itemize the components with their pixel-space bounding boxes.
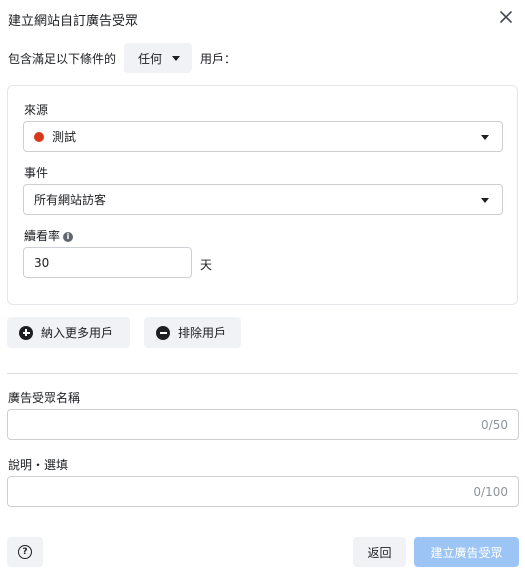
chevron-down-icon: [481, 135, 489, 140]
close-icon[interactable]: [499, 10, 513, 24]
create-audience-button[interactable]: 建立廣告受眾: [414, 537, 519, 567]
condition-row: 包含滿足以下條件的 任何 用戶：: [8, 43, 236, 73]
info-icon[interactable]: i: [63, 231, 74, 242]
chevron-down-icon: [481, 198, 489, 203]
condition-prefix: 包含滿足以下條件的: [8, 51, 117, 66]
audience-name-counter: 0/50: [481, 418, 508, 432]
event-label: 事件: [24, 166, 49, 180]
match-type-value: 任何: [138, 51, 163, 66]
retention-label-row: 續看率 i: [24, 227, 74, 244]
retention-days-input[interactable]: 30: [23, 247, 192, 278]
event-value: 所有網站訪客: [34, 193, 107, 207]
source-select[interactable]: 測試: [23, 121, 503, 152]
description-label: 說明・選填: [8, 458, 69, 472]
match-type-dropdown[interactable]: 任何: [124, 43, 193, 73]
retention-unit: 天: [200, 258, 213, 272]
source-label: 來源: [24, 103, 49, 117]
exclude-button[interactable]: 排除用戶: [144, 317, 241, 348]
include-more-label: 納入更多用戶: [41, 326, 114, 340]
plus-circle-icon: [19, 325, 33, 340]
chevron-down-icon: [172, 55, 181, 61]
dialog-title: 建立網站自訂廣告受眾: [8, 14, 139, 29]
retention-label: 續看率: [24, 229, 61, 243]
condition-suffix: 用戶：: [200, 51, 237, 66]
event-select[interactable]: 所有網站訪客: [23, 184, 503, 215]
source-status-dot: [34, 131, 44, 142]
minus-circle-icon: [156, 325, 170, 340]
source-value: 測試: [52, 130, 77, 144]
audience-name-input[interactable]: 0/50: [7, 409, 519, 440]
help-icon: ?: [18, 545, 32, 559]
description-counter: 0/100: [473, 485, 508, 499]
include-more-button[interactable]: 納入更多用戶: [7, 317, 130, 348]
description-input[interactable]: 0/100: [7, 476, 519, 507]
back-button[interactable]: 返回: [353, 537, 406, 567]
divider: [7, 373, 518, 374]
help-button[interactable]: ?: [7, 537, 43, 567]
audience-name-label: 廣告受眾名稱: [8, 391, 81, 405]
exclude-label: 排除用戶: [178, 326, 227, 340]
